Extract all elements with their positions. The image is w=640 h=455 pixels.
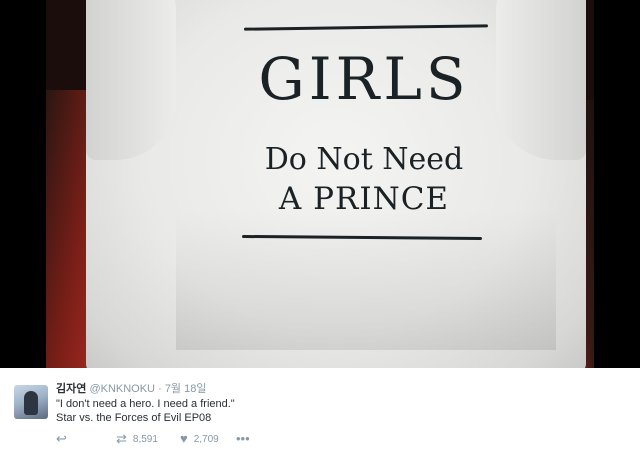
- heart-icon: ♥: [180, 431, 188, 446]
- print-bottom-rule: [241, 234, 483, 241]
- tweet-text-line-2: Star vs. the Forces of Evil EP08: [56, 412, 212, 424]
- retweet-count: 8,591: [132, 433, 158, 445]
- tweet-photo[interactable]: GIRLS Do Not Need A PRINCE: [46, 0, 594, 368]
- display-name[interactable]: 김자연: [56, 383, 86, 395]
- print-line-girls: GIRLS: [258, 45, 470, 113]
- user-handle[interactable]: @KNKNOKU: [89, 383, 155, 395]
- shirt-sleeve-left: [86, 0, 176, 160]
- white-tshirt: GIRLS Do Not Need A PRINCE: [86, 0, 586, 368]
- print-top-rule: [243, 24, 489, 31]
- like-button[interactable]: ♥ 2,709: [180, 432, 219, 446]
- more-icon: •••: [236, 431, 250, 446]
- tweet-date[interactable]: 7월 18일: [165, 383, 207, 395]
- header-separator: ·: [158, 383, 162, 395]
- retweet-icon: ⇄: [116, 431, 127, 446]
- more-button[interactable]: •••: [236, 432, 250, 446]
- tweet-header: 김자연 @KNKNOKU · 7월 18일: [56, 382, 206, 396]
- avatar-figure: [24, 391, 38, 415]
- reply-icon: ↩: [56, 431, 67, 446]
- print-line-do-not-need: Do Not Need: [264, 142, 464, 177]
- tweet-text-line-1: "I don't need a hero. I need a friend.": [56, 398, 235, 410]
- avatar[interactable]: [14, 385, 48, 419]
- retweet-button[interactable]: ⇄ 8,591: [116, 432, 158, 446]
- like-count: 2,709: [193, 433, 219, 445]
- shirt-print: GIRLS Do Not Need A PRINCE: [236, 18, 489, 250]
- shirt-sleeve-right: [496, 0, 586, 160]
- tweet-media[interactable]: GIRLS Do Not Need A PRINCE: [0, 0, 640, 368]
- reply-button[interactable]: ↩: [56, 432, 67, 446]
- print-line-a-prince: A PRINCE: [278, 181, 450, 217]
- tweet: 김자연 @KNKNOKU · 7월 18일 "I don't need a he…: [0, 368, 640, 455]
